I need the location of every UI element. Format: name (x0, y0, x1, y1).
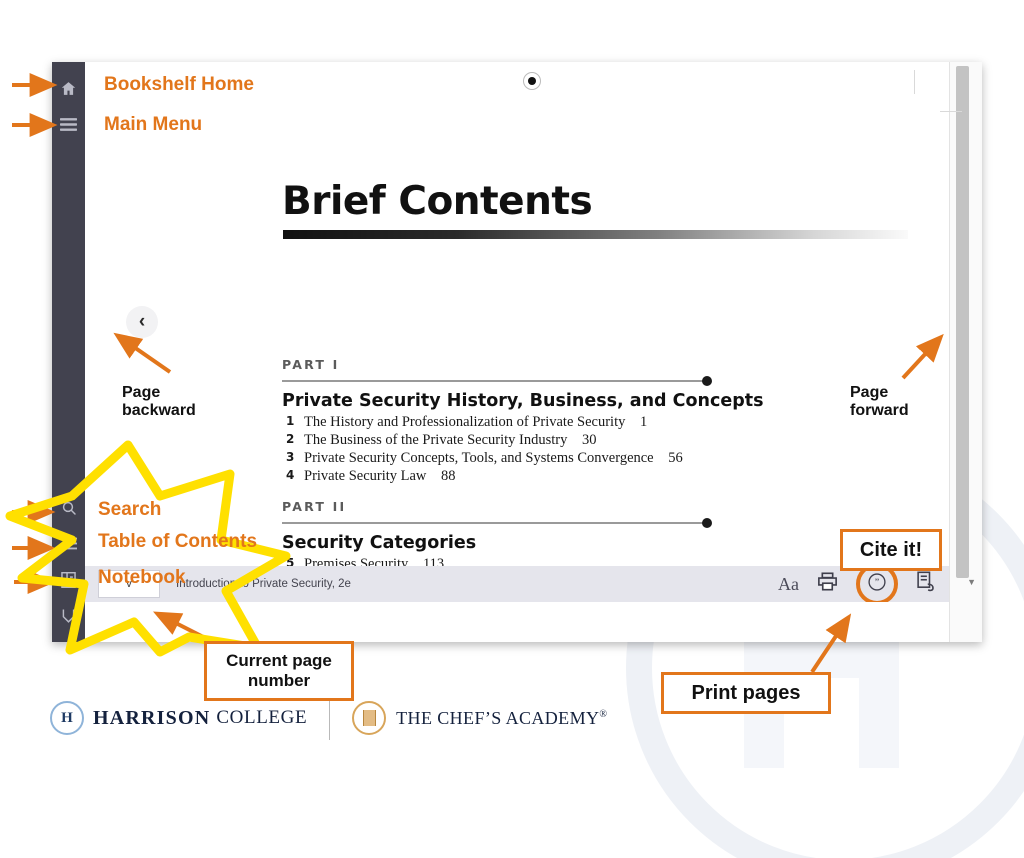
annotation-page-forward-line2: forward (850, 402, 909, 420)
callout-current-page-number: Current page number (204, 641, 354, 701)
title-gradient-rule (283, 230, 908, 239)
toc-chapter-row[interactable]: 4 Private Security Law 88 (282, 468, 922, 485)
sidebar-item-highlighter[interactable] (52, 598, 85, 634)
reader-sidebar (52, 62, 85, 642)
part-rule (282, 517, 922, 529)
reader-toolbar: v Introduction to Private Security, 2e A… (85, 563, 950, 605)
window-edge-line-vertical (914, 70, 915, 94)
notebook-icon (61, 572, 76, 588)
chefs-academy-text: THE CHEF’S ACADEMY (396, 707, 600, 728)
harrison-college-name-bold: HARRISON (93, 706, 211, 729)
scrollbar-thumb[interactable] (956, 66, 969, 578)
copy-reference-button[interactable] (916, 571, 936, 597)
footer-divider (329, 696, 331, 740)
annotation-search: Search (98, 499, 162, 520)
sidebar-item-table-of-contents[interactable] (52, 526, 85, 562)
chapter-page: 56 (668, 450, 683, 466)
window-edge-line-horizontal (940, 111, 962, 112)
callout-current-page-line1: Current page (226, 651, 332, 671)
toc-part: PART I Private Security History, Busines… (282, 357, 922, 485)
highlighter-icon (61, 608, 76, 624)
font-size-button[interactable]: Aa (778, 574, 799, 595)
table-of-contents-icon (60, 537, 77, 551)
sidebar-item-notebook[interactable] (52, 562, 85, 598)
annotation-page-backward: Page backward (122, 384, 196, 421)
footer-logos: H HARRISON COLLEGE THE CHEF’S ACADEMY® (0, 696, 1024, 750)
chapter-title: The History and Professionalization of P… (304, 414, 626, 430)
quote-icon: ” (867, 572, 887, 597)
search-icon (61, 500, 77, 516)
page-backward-button[interactable]: ‹ (126, 306, 158, 338)
home-icon (60, 80, 77, 97)
chapter-page: 88 (441, 468, 456, 484)
chapter-number: 1 (286, 414, 295, 428)
copy-reference-icon (916, 571, 936, 597)
annotation-notebook: Notebook (98, 567, 186, 588)
toc-chapter-row[interactable]: 3 Private Security Concepts, Tools, and … (282, 450, 922, 467)
sidebar-item-main-menu[interactable] (52, 106, 85, 142)
chapter-title: Private Security Law (304, 468, 427, 484)
harrison-college-logo-icon: H (50, 701, 84, 735)
toolbar-bottom-filler (85, 602, 950, 620)
page-scrollbar[interactable]: ▼ (949, 62, 982, 642)
chefs-academy-registered-mark: ® (599, 708, 608, 720)
chapter-page: 30 (582, 432, 597, 448)
part-title: Private Security History, Business, and … (282, 391, 764, 411)
chapter-title: Private Security Concepts, Tools, and Sy… (304, 450, 654, 466)
callout-print-pages: Print pages (661, 672, 831, 714)
annotation-page-backward-line1: Page (122, 384, 161, 401)
book-page-area: Brief Contents ‹ › PART I Private Securi… (85, 62, 950, 642)
callout-cite-it: Cite it! (840, 529, 942, 571)
chapter-title: The Business of the Private Security Ind… (304, 432, 568, 448)
annotation-page-backward-line2: backward (122, 402, 196, 420)
page-title: Brief Contents (282, 179, 593, 224)
part-label: PART II (282, 499, 347, 514)
svg-text:”: ” (875, 577, 879, 588)
printer-icon (817, 572, 838, 596)
scrollbar-down-arrow-icon[interactable]: ▼ (967, 577, 976, 587)
toc-chapter-row[interactable]: 2 The Business of the Private Security I… (282, 432, 922, 449)
hamburger-menu-icon (60, 117, 77, 132)
chefs-academy-logo-icon (352, 701, 387, 735)
annotation-page-forward-line1: Page (850, 384, 889, 401)
part-title: Security Categories (282, 533, 477, 553)
sidebar-item-bookshelf-home[interactable] (52, 70, 85, 106)
chapter-number: 4 (286, 468, 295, 482)
annotation-page-forward: Page forward (850, 384, 909, 421)
table-of-contents-body: PART I Private Security History, Busines… (282, 357, 922, 574)
callout-current-page-line2: number (247, 671, 311, 690)
annotation-main-menu: Main Menu (104, 114, 203, 135)
print-button[interactable] (817, 572, 838, 596)
chefs-academy-name: THE CHEF’S ACADEMY® (396, 708, 607, 729)
chapter-number: 2 (286, 432, 295, 446)
sidebar-item-search[interactable] (52, 490, 85, 526)
chapter-page: 1 (639, 414, 648, 430)
loading-indicator-icon (523, 72, 541, 90)
part-label: PART I (282, 357, 340, 372)
annotation-bookshelf-home: Bookshelf Home (104, 74, 254, 95)
toolbar-book-title: Introduction to Private Security, 2e (176, 578, 351, 590)
toc-part: PART II Security Categories 5 Premises S… (282, 499, 922, 573)
harrison-logo-letter: H (61, 709, 73, 726)
chapter-number: 3 (286, 450, 295, 464)
harrison-college-name-light: COLLEGE (216, 707, 308, 728)
annotation-table-of-contents: Table of Contents (98, 531, 258, 552)
toc-chapter-row[interactable]: 1 The History and Professionalization of… (282, 414, 922, 431)
part-rule (282, 375, 922, 387)
